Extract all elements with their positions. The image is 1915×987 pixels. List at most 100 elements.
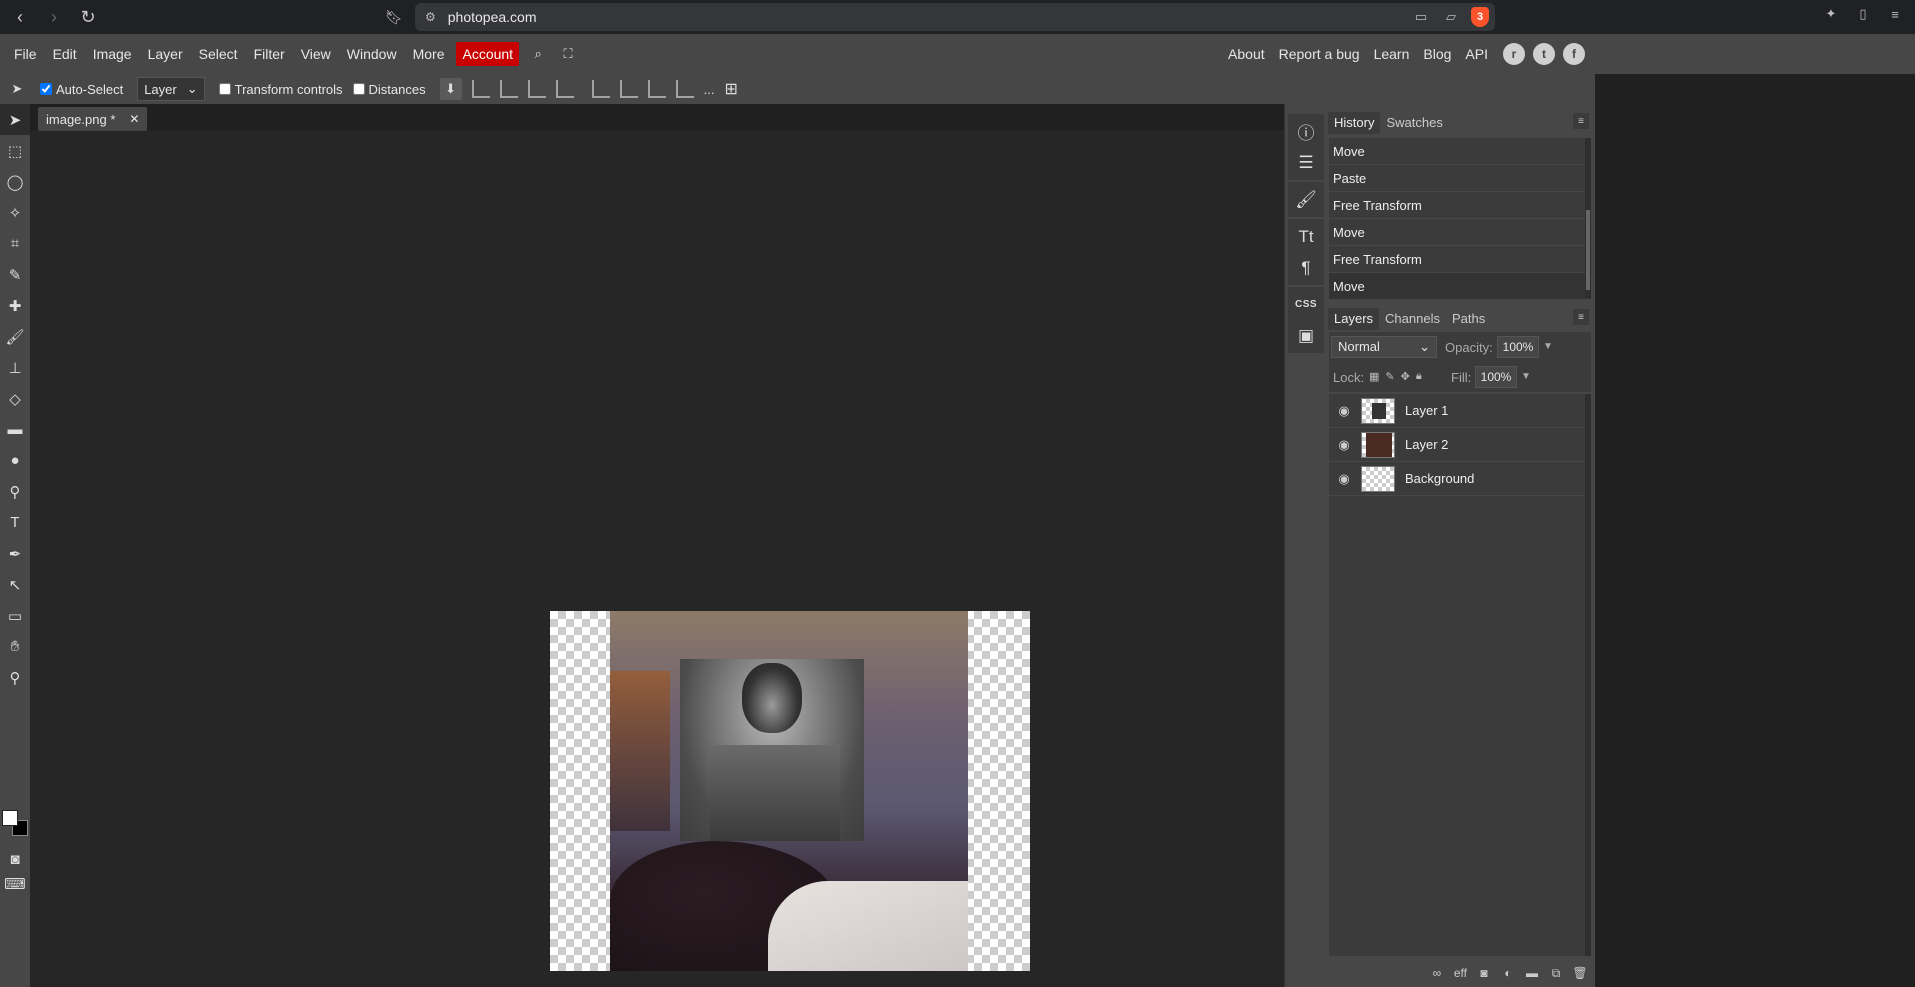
crop-tool[interactable]: ⌗ <box>0 228 30 259</box>
paragraph-icon[interactable]: ¶ <box>1288 252 1324 283</box>
new-group-icon[interactable]: ▬ <box>1525 966 1539 980</box>
forward-icon[interactable]: › <box>40 3 68 31</box>
zoom-tool[interactable]: ⚲ <box>0 662 30 693</box>
image-icon[interactable]: ▣ <box>1288 320 1324 351</box>
menu-image[interactable]: Image <box>85 34 140 74</box>
tab-paths[interactable]: Paths <box>1446 308 1491 330</box>
more-align-button[interactable]: ... <box>704 82 715 97</box>
browser-menu-icon[interactable]: ≡ <box>1885 4 1905 24</box>
account-button[interactable]: Account <box>456 42 520 66</box>
move-tool-icon[interactable]: ➤ <box>0 81 34 97</box>
history-panel-menu-icon[interactable]: ≡ <box>1573 113 1589 129</box>
opacity-dropdown-icon[interactable]: ▼ <box>1543 341 1553 352</box>
document-canvas[interactable] <box>550 611 1030 971</box>
extensions-icon[interactable]: ✦ <box>1821 4 1841 24</box>
pen-tool[interactable]: ✒︎ <box>0 538 30 569</box>
eraser-tool[interactable]: ◇ <box>0 383 30 414</box>
hand-tool[interactable]: ✋︎ <box>0 631 30 662</box>
lasso-tool[interactable]: ◯ <box>0 166 30 197</box>
link-learn[interactable]: Learn <box>1367 34 1417 74</box>
menu-layer[interactable]: Layer <box>140 34 191 74</box>
link-about[interactable]: About <box>1221 34 1272 74</box>
reddit-icon[interactable]: r <box>1503 43 1525 65</box>
visibility-eye-icon[interactable]: ◉ <box>1333 471 1355 487</box>
css-icon[interactable]: CSS <box>1288 289 1324 320</box>
stamp-tool[interactable]: ⊥ <box>0 352 30 383</box>
grid-icon[interactable]: ⊞ <box>724 79 737 99</box>
gradient-tool[interactable]: ▬ <box>0 414 30 445</box>
blend-mode-select[interactable]: Normal ⌄ <box>1331 336 1437 358</box>
dodge-tool[interactable]: ⚲ <box>0 476 30 507</box>
twitter-icon[interactable]: t <box>1533 43 1555 65</box>
history-item[interactable]: Free Transform <box>1329 192 1591 219</box>
align-top-icon[interactable] <box>591 80 610 98</box>
history-scrollbar[interactable] <box>1585 138 1591 298</box>
adjustment-layer-icon[interactable]: ◐ <box>1501 966 1515 980</box>
menu-file[interactable]: File <box>6 34 45 74</box>
auto-select-input[interactable] <box>40 83 52 95</box>
history-item[interactable]: Free Transform <box>1329 246 1591 273</box>
brush-settings-icon[interactable]: 🖌︎ <box>1288 184 1324 215</box>
link-layers-icon[interactable]: ∞ <box>1430 966 1444 980</box>
path-select-tool[interactable]: ↖ <box>0 569 30 600</box>
link-blog[interactable]: Blog <box>1416 34 1458 74</box>
layers-scrollbar[interactable] <box>1585 394 1591 956</box>
align-center-h-icon[interactable] <box>499 80 518 98</box>
brave-shield-icon[interactable]: 3 <box>1471 7 1489 27</box>
add-mask-icon[interactable]: ◙ <box>1477 966 1491 980</box>
tab-swatches[interactable]: Swatches <box>1380 112 1448 134</box>
back-icon[interactable]: ‹ <box>6 3 34 31</box>
eyedropper-tool[interactable]: ✎ <box>0 259 30 290</box>
fill-dropdown-icon[interactable]: ▼ <box>1521 371 1531 382</box>
blur-tool[interactable]: ● <box>0 445 30 476</box>
reload-icon[interactable]: ↻ <box>74 3 102 31</box>
distances-input[interactable] <box>352 83 365 95</box>
tab-channels[interactable]: Channels <box>1379 308 1446 330</box>
new-layer-icon[interactable]: ⧉ <box>1549 966 1563 980</box>
lock-position-icon[interactable]: ✥ <box>1401 370 1410 383</box>
opacity-input[interactable]: 100% <box>1497 336 1539 358</box>
transform-controls-input[interactable] <box>218 83 231 95</box>
auto-select-target-select[interactable]: Layer ⌄ <box>137 77 205 101</box>
info-icon[interactable]: ⓘ <box>1288 116 1324 147</box>
site-info-icon[interactable]: ⚙︎ <box>425 10 436 24</box>
delete-layer-icon[interactable]: 🗑︎ <box>1572 966 1587 980</box>
download-icon[interactable]: ⬇ <box>439 78 462 100</box>
lock-all-icon[interactable]: 🔒︎ <box>1416 370 1422 383</box>
lock-transparency-icon[interactable]: ▦ <box>1369 370 1379 383</box>
menu-filter[interactable]: Filter <box>246 34 293 74</box>
healing-tool[interactable]: ✚ <box>0 290 30 321</box>
menu-window[interactable]: Window <box>339 34 405 74</box>
layer-row[interactable]: ◉ Layer 2 <box>1329 428 1591 462</box>
link-api[interactable]: API <box>1458 34 1495 74</box>
history-scroll-thumb[interactable] <box>1586 210 1590 290</box>
distribute-v-icon[interactable] <box>675 80 694 98</box>
menu-select[interactable]: Select <box>191 34 246 74</box>
history-item[interactable]: Move <box>1329 219 1591 246</box>
tab-history[interactable]: History <box>1328 112 1381 134</box>
align-left-icon[interactable] <box>471 80 490 98</box>
adjustments-icon[interactable]: ☰ <box>1288 147 1324 178</box>
cast-icon[interactable]: ▱ <box>1441 7 1461 27</box>
menu-more[interactable]: More <box>405 34 453 74</box>
canvas-workspace[interactable] <box>30 130 1284 987</box>
visibility-eye-icon[interactable]: ◉ <box>1333 437 1355 453</box>
history-item[interactable]: Move <box>1329 138 1591 165</box>
layers-panel-menu-icon[interactable]: ≡ <box>1573 309 1589 325</box>
align-middle-icon[interactable] <box>619 80 638 98</box>
menu-view[interactable]: View <box>293 34 339 74</box>
close-icon[interactable]: ✕ <box>129 112 139 126</box>
move-tool[interactable]: ➤ <box>0 104 30 135</box>
align-right-icon[interactable] <box>527 80 546 98</box>
auto-select-checkbox[interactable]: Auto-Select <box>40 82 123 97</box>
address-bar[interactable]: ⚙︎ photopea.com ▭ ▱ 3 <box>415 3 1495 31</box>
layer-row[interactable]: ◉ Background <box>1329 462 1591 496</box>
search-icon[interactable]: ⌕ <box>527 43 549 65</box>
tab-layers[interactable]: Layers <box>1328 308 1380 330</box>
lock-pixels-icon[interactable]: ✎ <box>1385 370 1394 383</box>
clipboard-icon[interactable]: ▭ <box>1411 7 1431 27</box>
character-icon[interactable]: Tt <box>1288 221 1324 252</box>
keyboard-icon[interactable]: ⌨︎ <box>0 868 30 899</box>
facebook-icon[interactable]: f <box>1563 43 1585 65</box>
link-report-bug[interactable]: Report a bug <box>1272 34 1367 74</box>
